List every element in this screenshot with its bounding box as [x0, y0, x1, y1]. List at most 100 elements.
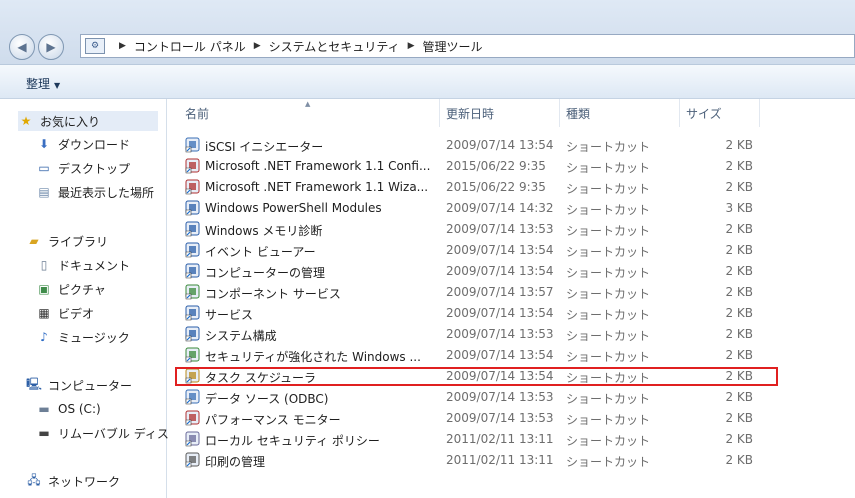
nav-item-music[interactable]: ♪ ミュージック: [36, 327, 130, 347]
file-row[interactable]: データ ソース (ODBC) 2009/07/14 13:53 ショートカット 2 K…: [177, 387, 777, 408]
file-type: ショートカット: [566, 434, 651, 448]
shortcut-icon: [185, 410, 201, 426]
column-date-label: 更新日時: [446, 106, 495, 121]
file-row[interactable]: Microsoft .NET Framework 1.1 Wiza... 2015…: [177, 177, 777, 198]
breadcrumb-separator-icon[interactable]: ▶: [408, 41, 415, 51]
file-row[interactable]: ローカル セキュリティ ポリシー 2011/02/11 13:11 ショートカット 2…: [177, 429, 777, 450]
file-date: 2009/07/14 13:54: [446, 243, 554, 257]
breadcrumb-control-panel[interactable]: コントロール パネル: [134, 38, 246, 55]
file-name: ローカル セキュリティ ポリシー: [205, 434, 380, 448]
file-row[interactable]: サービス 2009/07/14 13:54 ショートカット 2 KB: [177, 303, 777, 324]
file-row[interactable]: iSCSI イニシエーター 2009/07/14 13:54 ショートカット 2 KB: [177, 135, 777, 156]
file-type: ショートカット: [566, 245, 651, 259]
address-box[interactable]: ⚙ ▶ コントロール パネル ▶ システムとセキュリティ ▶ 管理ツール: [80, 34, 855, 58]
file-type: ショートカット: [566, 161, 651, 175]
file-type: ショートカット: [566, 287, 651, 301]
forward-button[interactable]: ▶: [38, 34, 64, 60]
file-size: 2 KB: [725, 348, 753, 362]
nav-network-label: ネットワーク: [48, 474, 121, 489]
file-row[interactable]: Windows メモリ診断 2009/07/14 13:53 ショートカット 2 KB: [177, 219, 777, 240]
file-size: 2 KB: [725, 390, 753, 404]
breadcrumb-system-security[interactable]: システムとセキュリティ: [269, 38, 400, 55]
nav-item-label: OS (C:): [58, 402, 101, 416]
column-header-name[interactable]: 名前: [185, 99, 209, 127]
file-size: 2 KB: [725, 453, 753, 467]
control-panel-icon: ⚙: [85, 38, 105, 54]
shortcut-icon: [185, 305, 201, 321]
shortcut-icon: [185, 389, 201, 405]
nav-network[interactable]: 🖧 ネットワーク: [26, 471, 120, 491]
file-date: 2009/07/14 13:54: [446, 348, 554, 362]
nav-item-recent-places[interactable]: ▤ 最近表示した場所: [36, 182, 154, 202]
file-date: 2011/02/11 13:11: [446, 432, 554, 446]
dropdown-arrow-icon: ▼: [54, 81, 61, 90]
file-name: セキュリティが強化された Windows ...: [205, 350, 421, 364]
nav-item-label: 最近表示した場所: [58, 185, 155, 200]
nav-item-downloads[interactable]: ⬇ ダウンロード: [36, 134, 130, 154]
file-type: ショートカット: [566, 182, 651, 196]
file-size: 2 KB: [725, 180, 753, 194]
file-size: 2 KB: [725, 306, 753, 320]
shortcut-icon: [185, 137, 201, 153]
nav-libraries[interactable]: ▰ ライブラリ: [26, 231, 108, 251]
nav-item-desktop[interactable]: ▭ デスクトップ: [36, 158, 130, 178]
file-date: 2009/07/14 13:53: [446, 327, 554, 341]
shortcut-icon: [185, 200, 201, 216]
nav-favorites[interactable]: ★ お気に入り: [18, 111, 158, 131]
file-row[interactable]: Microsoft .NET Framework 1.1 Confi... 201…: [177, 156, 777, 177]
pictures-icon: ▣: [38, 282, 50, 296]
organize-button[interactable]: 整理 ▼: [26, 75, 60, 92]
nav-item-documents[interactable]: ▯ ドキュメント: [36, 255, 130, 275]
file-row[interactable]: セキュリティが強化された Windows ... 2009/07/14 13:54…: [177, 345, 777, 366]
breadcrumb-admin-tools[interactable]: 管理ツール: [423, 38, 483, 55]
file-date: 2009/07/14 14:32: [446, 201, 554, 215]
nav-computer[interactable]: 🖳 コンピューター: [26, 375, 132, 395]
nav-item-label: ピクチャ: [58, 282, 106, 297]
shortcut-icon: [185, 284, 201, 300]
column-size-label: サイズ: [686, 106, 722, 121]
file-type: ショートカット: [566, 266, 651, 280]
column-divider[interactable]: [759, 99, 760, 127]
file-type: ショートカット: [566, 392, 651, 406]
removable-disk-icon: ▬: [38, 426, 50, 440]
file-size: 2 KB: [725, 285, 753, 299]
column-header-size[interactable]: サイズ: [686, 99, 722, 127]
nav-item-label: デスクトップ: [58, 161, 131, 176]
breadcrumb-separator-icon[interactable]: ▶: [119, 41, 126, 51]
file-row[interactable]: イベント ビューアー 2009/07/14 13:54 ショートカット 2 KB: [177, 240, 777, 261]
nav-libraries-label: ライブラリ: [48, 234, 109, 249]
back-button[interactable]: ◀: [9, 34, 35, 60]
file-size: 2 KB: [725, 159, 753, 173]
file-type: ショートカット: [566, 140, 651, 154]
file-list: 名前 ▲ 更新日時 種類 サイズ iSCSI イニシエーター 2009/07/14…: [167, 99, 855, 498]
column-divider[interactable]: [439, 99, 440, 127]
file-name: Microsoft .NET Framework 1.1 Confi...: [205, 159, 430, 173]
file-row[interactable]: パフォーマンス モニター 2009/07/14 13:53 ショートカット 2 KB: [177, 408, 777, 429]
nav-item-os-drive[interactable]: ▬ OS (C:): [36, 399, 101, 419]
file-row[interactable]: 印刷の管理 2011/02/11 13:11 ショートカット 2 KB: [177, 450, 777, 471]
file-row[interactable]: コンポーネント サービス 2009/07/14 13:57 ショートカット 2 KB: [177, 282, 777, 303]
file-type: ショートカット: [566, 224, 651, 238]
file-name: Windows PowerShell Modules: [205, 201, 382, 215]
column-divider[interactable]: [679, 99, 680, 127]
file-row[interactable]: コンピューターの管理 2009/07/14 13:54 ショートカット 2 KB: [177, 261, 777, 282]
nav-item-videos[interactable]: ▦ ビデオ: [36, 303, 94, 323]
file-row[interactable]: Windows PowerShell Modules 2009/07/14 14:…: [177, 198, 777, 219]
shortcut-icon: [185, 221, 201, 237]
nav-item-removable-disk[interactable]: ▬ リムーバブル ディス: [36, 423, 169, 443]
nav-item-label: リムーバブル ディス: [58, 426, 169, 441]
music-icon: ♪: [40, 330, 48, 344]
file-size: 2 KB: [725, 327, 753, 341]
breadcrumb-separator-icon[interactable]: ▶: [254, 41, 261, 51]
nav-favorites-label: お気に入り: [40, 114, 101, 129]
library-icon: ▰: [29, 234, 39, 248]
file-name: サービス: [205, 308, 254, 322]
file-row[interactable]: システム構成 2009/07/14 13:53 ショートカット 2 KB: [177, 324, 777, 345]
nav-item-pictures[interactable]: ▣ ピクチャ: [36, 279, 106, 299]
column-header-type[interactable]: 種類: [566, 99, 590, 127]
column-header-date[interactable]: 更新日時: [446, 99, 494, 127]
shortcut-icon: [185, 347, 201, 363]
column-divider[interactable]: [559, 99, 560, 127]
file-type: ショートカット: [566, 203, 651, 217]
shortcut-icon: [185, 179, 201, 195]
